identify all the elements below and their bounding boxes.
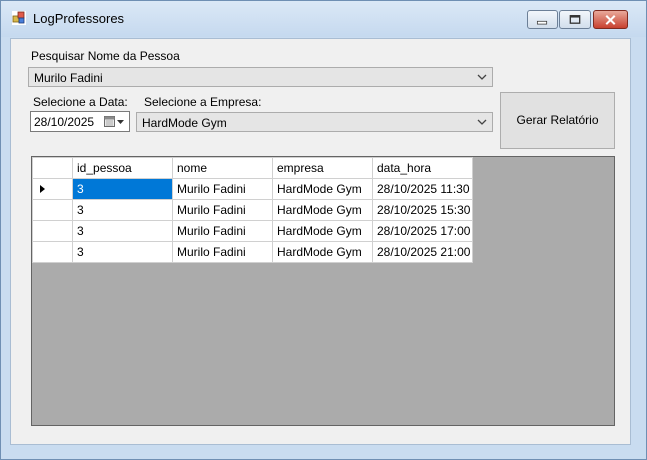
table-row[interactable]: 3 Murilo Fadini HardMode Gym 28/10/2025 … (32, 220, 473, 242)
column-header-id-pessoa[interactable]: id_pessoa (72, 157, 173, 179)
cell-data-hora[interactable]: 28/10/2025 21:00 (372, 241, 473, 263)
window-bottom-border (10, 445, 629, 451)
row-header[interactable] (32, 178, 73, 200)
row-header-corner[interactable] (32, 157, 73, 179)
cell-id-pessoa[interactable]: 3 (72, 199, 173, 221)
cell-empresa[interactable]: HardMode Gym (272, 241, 373, 263)
cell-nome[interactable]: Murilo Fadini (172, 199, 273, 221)
cell-empresa[interactable]: HardMode Gym (272, 199, 373, 221)
cell-data-hora[interactable]: 28/10/2025 15:30 (372, 199, 473, 221)
generate-report-button[interactable]: Gerar Relatório (500, 92, 615, 149)
title-bar[interactable]: LogProfessores (1, 1, 646, 37)
close-icon (605, 14, 616, 25)
date-picker[interactable]: 28/10/2025 (30, 111, 130, 132)
grid-table: id_pessoa nome empresa data_hora 3 Muril… (32, 157, 473, 263)
maximize-icon (569, 15, 581, 24)
row-pointer-icon (40, 185, 45, 193)
search-value: Murilo Fadini (34, 71, 103, 85)
window-title: LogProfessores (33, 11, 125, 26)
company-value: HardMode Gym (142, 116, 227, 130)
chevron-down-icon (477, 74, 487, 80)
table-row[interactable]: 3 Murilo Fadini HardMode Gym 28/10/2025 … (32, 241, 473, 263)
column-header-data-hora[interactable]: data_hora (372, 157, 473, 179)
app-icon (12, 11, 26, 25)
cell-empresa[interactable]: HardMode Gym (272, 220, 373, 242)
company-label: Selecione a Empresa: (144, 95, 262, 109)
grid-header-row: id_pessoa nome empresa data_hora (32, 157, 473, 179)
cell-id-pessoa[interactable]: 3 (72, 220, 173, 242)
row-header[interactable] (32, 199, 73, 221)
data-grid[interactable]: id_pessoa nome empresa data_hora 3 Muril… (31, 156, 615, 426)
column-header-empresa[interactable]: empresa (272, 157, 373, 179)
maximize-button[interactable] (559, 10, 591, 29)
company-combobox[interactable]: HardMode Gym (136, 112, 493, 132)
calendar-icon[interactable] (104, 116, 126, 128)
search-label: Pesquisar Nome da Pessoa (31, 49, 180, 63)
form-client-area: Pesquisar Nome da Pessoa Murilo Fadini S… (10, 38, 631, 445)
table-row[interactable]: 3 Murilo Fadini HardMode Gym 28/10/2025 … (32, 199, 473, 221)
column-header-nome[interactable]: nome (172, 157, 273, 179)
minimize-button[interactable] (527, 10, 558, 29)
minimize-icon (536, 20, 548, 25)
row-header[interactable] (32, 241, 73, 263)
app-window: LogProfessores Pesquisar Nome da Pessoa … (0, 0, 647, 460)
cell-nome[interactable]: Murilo Fadini (172, 178, 273, 200)
cell-nome[interactable]: Murilo Fadini (172, 241, 273, 263)
cell-nome[interactable]: Murilo Fadini (172, 220, 273, 242)
search-combobox[interactable]: Murilo Fadini (28, 67, 493, 87)
cell-id-pessoa[interactable]: 3 (72, 178, 173, 200)
cell-data-hora[interactable]: 28/10/2025 11:30 (372, 178, 473, 200)
cell-data-hora[interactable]: 28/10/2025 17:00 (372, 220, 473, 242)
row-header[interactable] (32, 220, 73, 242)
date-value: 28/10/2025 (34, 115, 95, 129)
cell-empresa[interactable]: HardMode Gym (272, 178, 373, 200)
cell-id-pessoa[interactable]: 3 (72, 241, 173, 263)
table-row[interactable]: 3 Murilo Fadini HardMode Gym 28/10/2025 … (32, 178, 473, 200)
close-button[interactable] (593, 10, 628, 29)
chevron-down-icon (477, 119, 487, 125)
date-label: Selecione a Data: (33, 95, 128, 109)
